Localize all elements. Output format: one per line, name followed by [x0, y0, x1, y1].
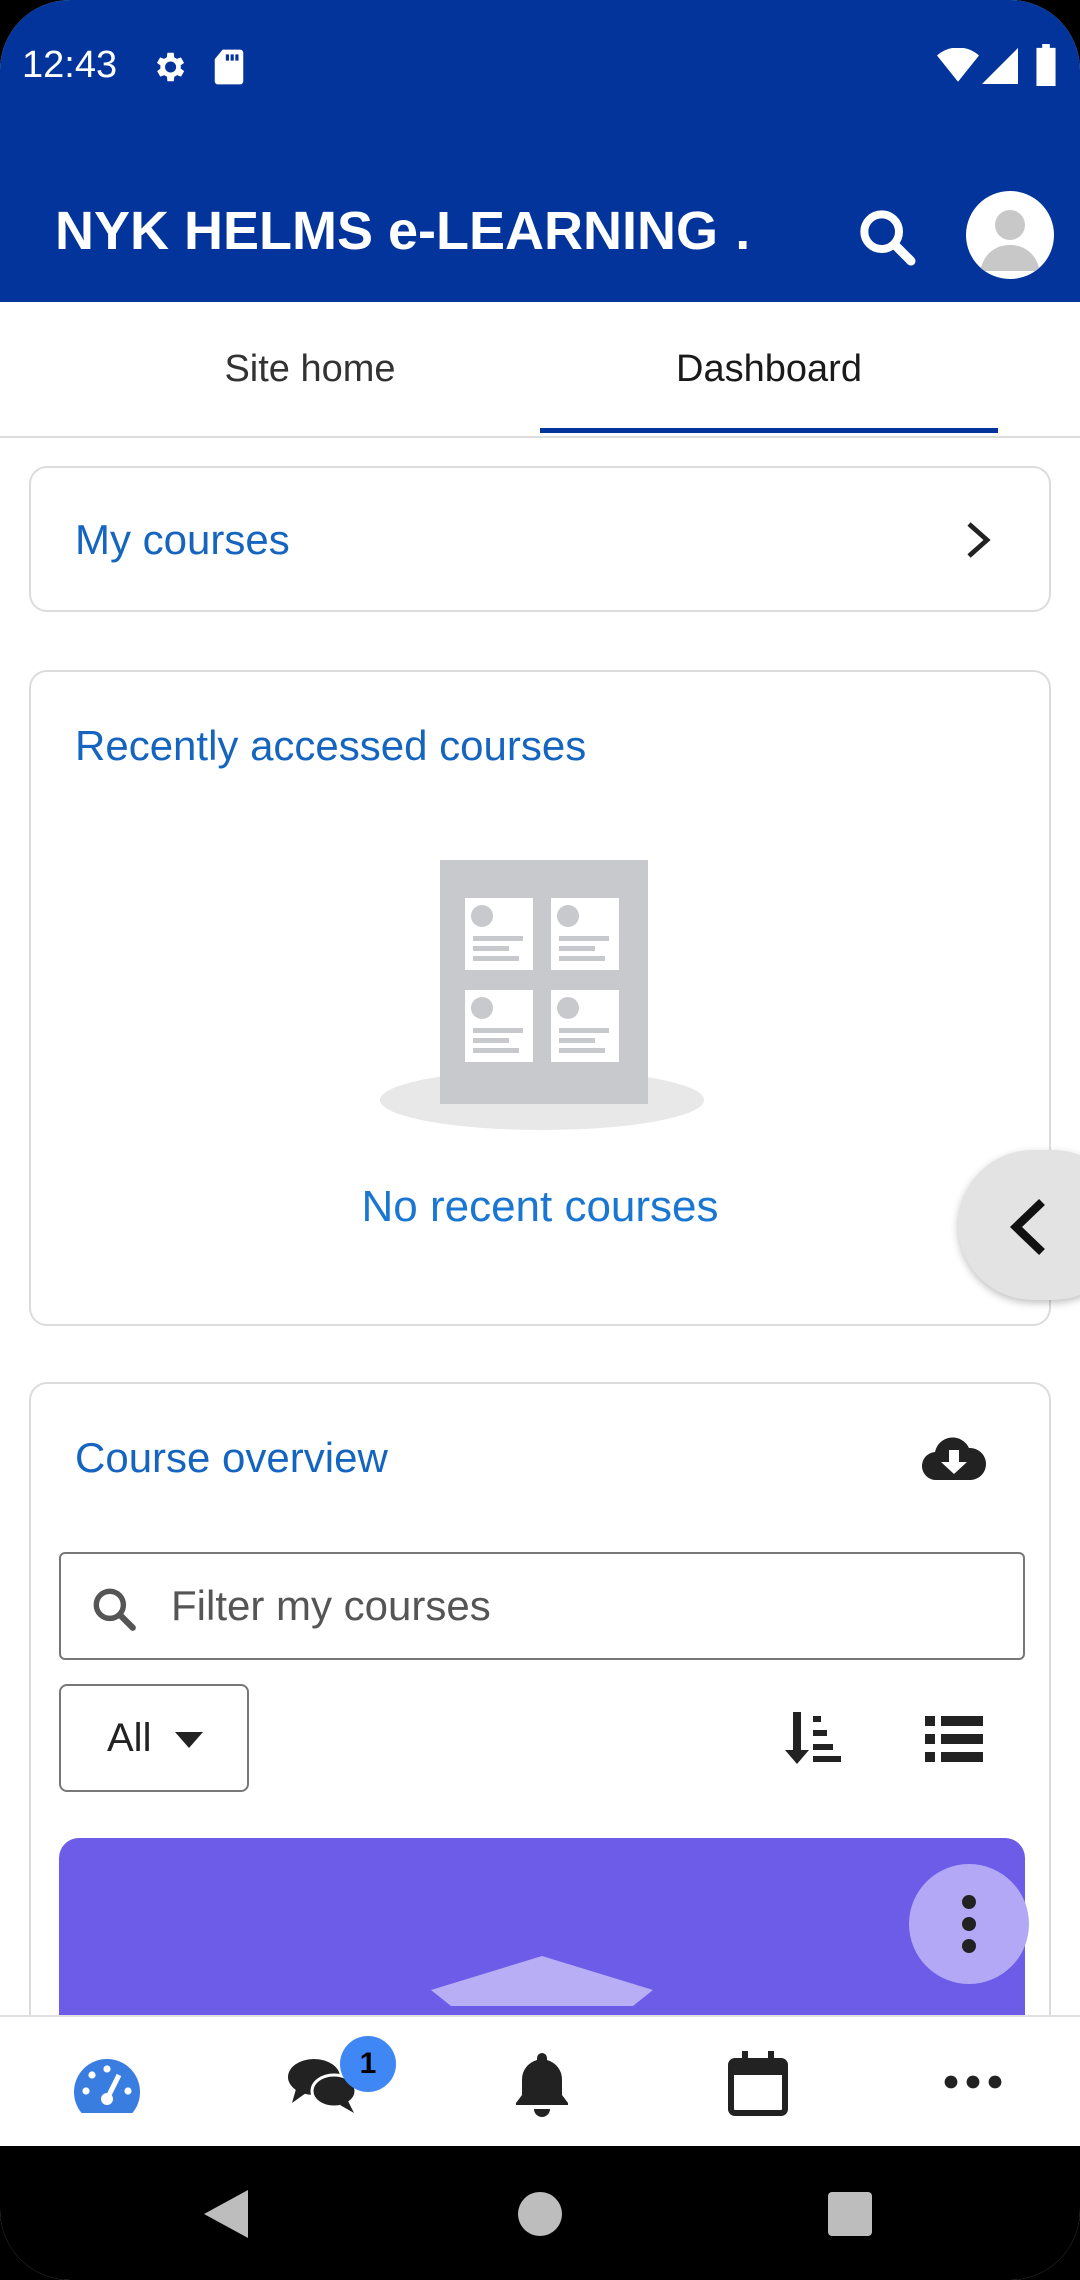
home-icon[interactable]	[518, 2192, 562, 2236]
chevron-left-icon	[1009, 1198, 1045, 1256]
tab-site-home[interactable]: Site home	[0, 302, 620, 436]
recent-courses-title: Recently accessed courses	[75, 722, 587, 769]
no-recent-courses-text: No recent courses	[361, 1182, 719, 1231]
more-icon	[944, 2075, 1002, 2089]
system-navigation-bar	[0, 2146, 1080, 2280]
avatar[interactable]	[966, 191, 1054, 279]
search-icon	[93, 1588, 136, 1631]
course-filter-value: All	[107, 1716, 152, 1760]
sort-icon[interactable]	[783, 1712, 841, 1764]
tab-bar: Site home Dashboard	[0, 302, 1080, 438]
back-icon[interactable]	[204, 2190, 248, 2238]
app-header: 12:43 NYK HELMS e-LEARNING …	[0, 0, 1080, 302]
empty-courses-illustration	[380, 860, 704, 1130]
list-view-icon[interactable]	[925, 1716, 983, 1762]
course-overview-card: Course overview Filter my courses All	[29, 1382, 1051, 2038]
caret-down-icon	[175, 1732, 203, 1748]
my-courses-card[interactable]: My courses	[29, 466, 1051, 612]
nav-notifications[interactable]	[476, 2017, 606, 2147]
cloud-download-icon[interactable]	[921, 1432, 987, 1484]
course-image-icon	[431, 1956, 653, 2006]
signal-icon	[982, 48, 1018, 84]
app-title: NYK HELMS e-LEARNING …	[55, 201, 755, 261]
messages-badge: 1	[340, 2036, 396, 2092]
my-courses-title: My courses	[75, 516, 290, 563]
wifi-icon	[937, 48, 979, 82]
chevron-right-icon	[967, 522, 991, 558]
dashboard-icon	[74, 2059, 140, 2113]
tab-dashboard[interactable]: Dashboard	[540, 302, 998, 436]
calendar-icon	[728, 2051, 788, 2116]
nav-more[interactable]	[908, 2017, 1038, 2147]
tab-indicator	[540, 428, 998, 433]
filter-courses-input[interactable]: Filter my courses	[59, 1552, 1025, 1660]
bottom-navigation	[0, 2015, 1080, 2147]
battery-icon	[1036, 44, 1056, 86]
course-overview-title: Course overview	[75, 1434, 388, 1481]
course-filter-select[interactable]: All	[59, 1684, 249, 1792]
notifications-icon	[516, 2053, 568, 2117]
recents-icon[interactable]	[828, 2192, 872, 2236]
settings-icon	[156, 52, 185, 82]
more-vertical-icon	[962, 1895, 976, 1953]
app-screen: 12:43 NYK HELMS e-LEARNING … Site home D…	[0, 0, 1080, 2280]
course-tile[interactable]	[59, 1838, 1029, 2038]
nav-dashboard[interactable]	[42, 2017, 172, 2147]
filter-placeholder: Filter my courses	[171, 1582, 491, 1629]
nav-calendar[interactable]	[692, 2017, 822, 2147]
recent-courses-card: Recently accessed courses No recent cour…	[29, 670, 1051, 1326]
status-time: 12:43	[22, 44, 118, 86]
user-icon	[980, 210, 1040, 271]
search-icon[interactable]	[855, 205, 919, 269]
sd-card-icon	[214, 49, 244, 85]
course-menu-button[interactable]	[909, 1864, 1029, 1984]
